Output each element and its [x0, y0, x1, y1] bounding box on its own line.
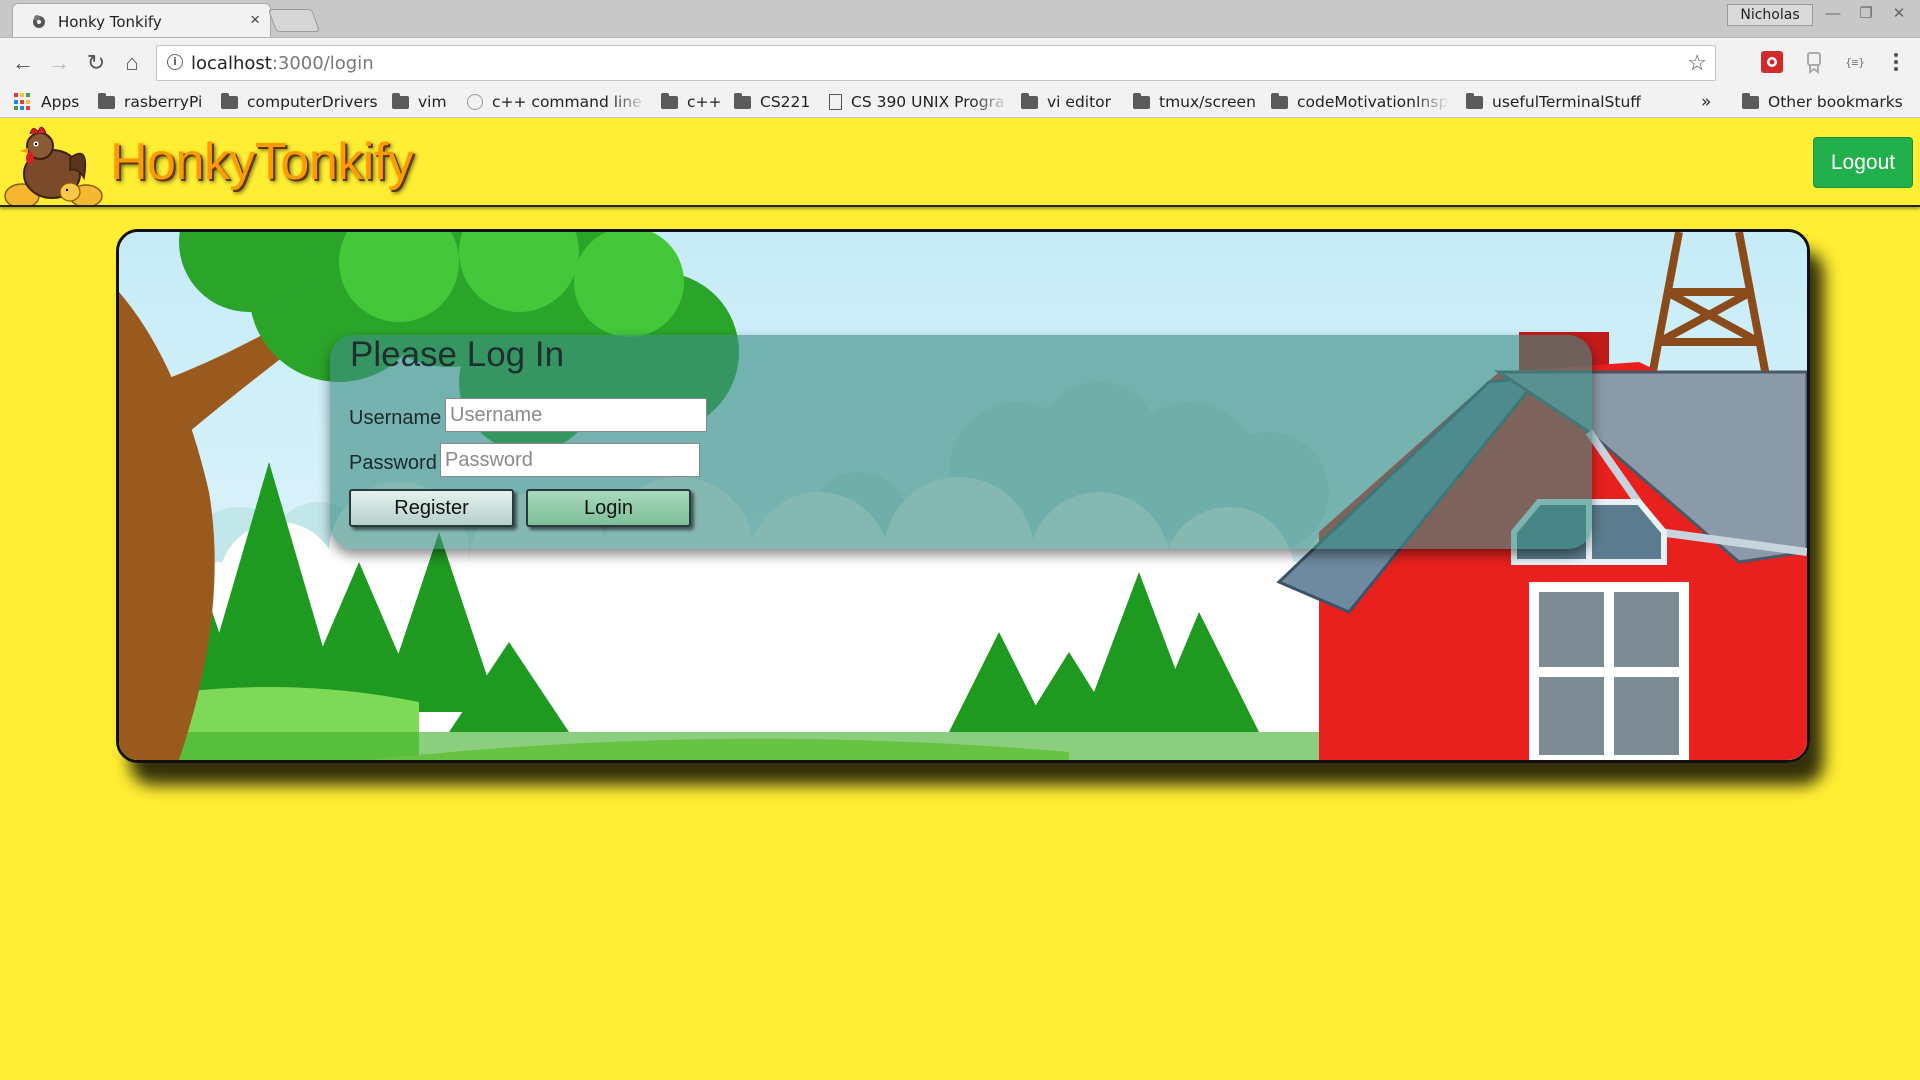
bookmark-label: rasberryPi	[124, 93, 203, 111]
folder-icon	[392, 92, 409, 109]
document-icon	[829, 94, 842, 110]
menu-kebab-icon[interactable]	[1884, 50, 1908, 74]
folder-icon	[1271, 92, 1288, 109]
folder-icon	[98, 92, 115, 109]
login-panel: Please Log In Username Password Register…	[330, 335, 1592, 549]
chicken-logo-icon[interactable]	[0, 118, 110, 205]
bookmark-other-bookmarks[interactable]: Other bookmarks	[1742, 87, 1903, 117]
bookmark-label: tmux/screen	[1159, 93, 1256, 111]
url-text: localhost:3000/login	[191, 53, 374, 74]
url-path: :3000/login	[271, 53, 374, 74]
apps-grid-icon	[14, 93, 32, 111]
bookmark-computerdrivers[interactable]: computerDrivers	[221, 87, 378, 117]
browser-toolbar: ← → ↻ ⌂ i localhost:3000/login ☆ {≡}	[0, 37, 1920, 88]
folder-icon	[1133, 92, 1150, 109]
profile-button[interactable]: Nicholas	[1727, 4, 1813, 26]
username-input[interactable]	[445, 398, 707, 432]
home-icon[interactable]: ⌂	[119, 50, 145, 76]
bookmark-rasberrypi[interactable]: rasberryPi	[98, 87, 202, 117]
login-title: Please Log In	[350, 335, 565, 374]
globe-icon	[467, 94, 483, 110]
minimize-icon[interactable]: —	[1818, 4, 1848, 24]
tab-close-icon[interactable]: ×	[250, 10, 260, 30]
bookmark-vim[interactable]: vim	[392, 87, 447, 117]
bookmark-label: vim	[418, 93, 447, 111]
url-host: localhost	[191, 53, 272, 74]
bookmark-cpp[interactable]: c++	[661, 87, 722, 117]
folder-icon	[1466, 92, 1483, 109]
folder-icon	[1021, 92, 1038, 109]
bookmark-label: CS 390 UNIX Progra	[851, 93, 1005, 111]
close-window-icon[interactable]: ✕	[1884, 4, 1914, 24]
bookmark-label: Apps	[41, 93, 80, 111]
chicken-favicon-icon	[33, 15, 45, 28]
bookmark-label: Other bookmarks	[1768, 93, 1903, 111]
tab-title: Honky Tonkify	[58, 13, 162, 31]
bookmark-label: CS221	[760, 93, 811, 111]
folder-icon	[661, 92, 678, 109]
tab-strip: Honky Tonkify × Nicholas — ❐ ✕	[0, 0, 1920, 38]
site-info-icon[interactable]: i	[167, 54, 183, 70]
bookmark-label: c++	[687, 93, 722, 111]
bookmarks-bar: Apps rasberryPi computerDrivers vim c++ …	[0, 87, 1920, 118]
bookmark-label: vi editor	[1047, 93, 1112, 111]
bookmark-cs221[interactable]: CS221	[734, 87, 810, 117]
bookmark-vi-editor[interactable]: vi editor	[1021, 87, 1111, 117]
bookmark-label: codeMotivationInsp	[1297, 93, 1449, 111]
address-bar[interactable]: i localhost:3000/login ☆	[156, 45, 1716, 81]
bookmark-star-icon[interactable]: ☆	[1687, 50, 1707, 76]
forward-icon[interactable]: →	[46, 50, 72, 76]
password-label: Password	[349, 452, 437, 474]
tab-honky-tonkify[interactable]: Honky Tonkify ×	[12, 3, 271, 38]
bookmark-label: c++ command line V	[492, 93, 647, 111]
extension-ribbon-icon[interactable]	[1802, 50, 1826, 74]
register-button[interactable]: Register	[349, 489, 514, 527]
bookmark-label: computerDrivers	[247, 93, 378, 111]
bookmark-codemotivationinsp[interactable]: codeMotivationInsp	[1271, 87, 1449, 117]
restore-icon[interactable]: ❐	[1851, 4, 1881, 24]
bookmark-cpp-command-line[interactable]: c++ command line V	[467, 87, 647, 117]
bookmark-tmux-screen[interactable]: tmux/screen	[1133, 87, 1256, 117]
login-button[interactable]: Login	[526, 489, 691, 527]
bookmark-label: usefulTerminalStuff	[1492, 93, 1641, 111]
extension-json-icon[interactable]: {≡}	[1843, 50, 1867, 74]
svg-text:{≡}: {≡}	[1845, 56, 1865, 69]
logout-button[interactable]: Logout	[1813, 137, 1913, 188]
new-tab-button[interactable]	[267, 9, 321, 32]
folder-icon	[1742, 92, 1759, 109]
extension-red-icon[interactable]	[1760, 50, 1784, 74]
back-icon[interactable]: ←	[10, 50, 36, 76]
password-input[interactable]	[440, 443, 700, 477]
site-header: HonkyTonkify Logout	[0, 118, 1920, 207]
bookmark-cs390[interactable]: CS 390 UNIX Progra	[829, 87, 1009, 117]
username-label: Username	[349, 407, 442, 429]
bookmark-apps[interactable]: Apps	[14, 87, 79, 117]
folder-icon	[221, 92, 238, 109]
reload-icon[interactable]: ↻	[83, 50, 109, 76]
bookmark-usefulterminalstuff[interactable]: usefulTerminalStuff	[1466, 87, 1641, 117]
brand-title[interactable]: HonkyTonkify	[110, 132, 414, 192]
folder-icon	[734, 92, 751, 109]
bookmarks-overflow-button[interactable]: »	[1701, 87, 1711, 117]
